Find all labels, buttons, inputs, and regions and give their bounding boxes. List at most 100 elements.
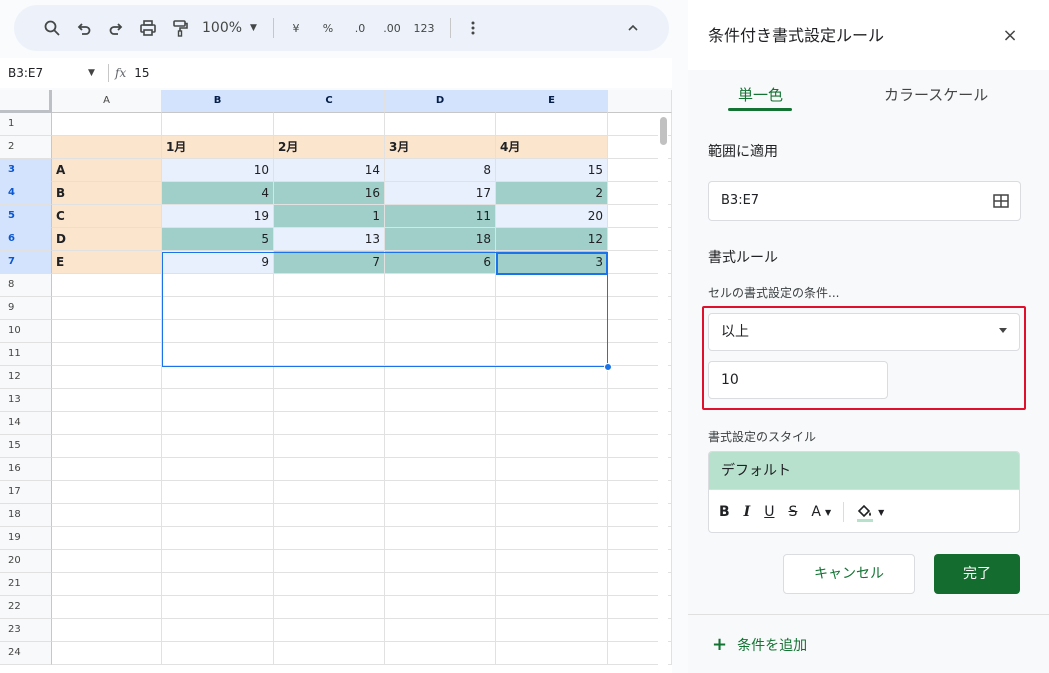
- grid-cell[interactable]: [274, 320, 385, 343]
- grid-cell[interactable]: [162, 458, 274, 481]
- grid-cell[interactable]: [162, 412, 274, 435]
- chevron-down-icon[interactable]: ▼: [878, 508, 884, 517]
- underline-button[interactable]: U: [764, 504, 774, 520]
- grid-cell[interactable]: [274, 389, 385, 412]
- row-header[interactable]: 6: [0, 228, 52, 251]
- row-header[interactable]: 8: [0, 274, 52, 297]
- grid-cell[interactable]: [385, 343, 496, 366]
- name-box[interactable]: B3:E7: [0, 66, 88, 80]
- grid-cell[interactable]: [162, 504, 274, 527]
- grid-cell[interactable]: 18: [385, 228, 496, 251]
- grid-cell[interactable]: 7: [274, 251, 385, 274]
- grid-cell[interactable]: [52, 343, 162, 366]
- grid-cell[interactable]: [52, 412, 162, 435]
- row-header[interactable]: 17: [0, 481, 52, 504]
- condition-value-input[interactable]: 10: [708, 361, 888, 399]
- percent-format-button[interactable]: %: [314, 13, 342, 43]
- row-header[interactable]: 2: [0, 136, 52, 159]
- column-header-d[interactable]: D: [385, 90, 496, 113]
- grid-cell[interactable]: [274, 550, 385, 573]
- row-header[interactable]: 11: [0, 343, 52, 366]
- grid-cell[interactable]: [52, 458, 162, 481]
- grid-cell[interactable]: [162, 619, 274, 642]
- column-header-b[interactable]: B: [162, 90, 274, 113]
- formula-input[interactable]: 15: [134, 66, 149, 80]
- grid-cell[interactable]: C: [52, 205, 162, 228]
- style-preset-select[interactable]: デフォルト: [709, 452, 1019, 490]
- grid-cell[interactable]: [385, 504, 496, 527]
- grid-cell[interactable]: [496, 297, 608, 320]
- grid-cell[interactable]: 4: [162, 182, 274, 205]
- grid-cell[interactable]: [385, 297, 496, 320]
- italic-button[interactable]: I: [744, 504, 751, 520]
- grid-cell[interactable]: [52, 550, 162, 573]
- row-header[interactable]: 14: [0, 412, 52, 435]
- grid-cell[interactable]: [496, 320, 608, 343]
- grid-cell[interactable]: [52, 297, 162, 320]
- grid-cell[interactable]: [162, 297, 274, 320]
- row-header[interactable]: 9: [0, 297, 52, 320]
- grid-cell[interactable]: 17: [385, 182, 496, 205]
- grid-cell[interactable]: E: [52, 251, 162, 274]
- column-header-c[interactable]: C: [274, 90, 385, 113]
- decrease-decimal-button[interactable]: .0: [346, 13, 374, 43]
- grid-cell[interactable]: [52, 320, 162, 343]
- grid-cell[interactable]: [274, 642, 385, 665]
- grid-cell[interactable]: [52, 642, 162, 665]
- grid-cell[interactable]: 9: [162, 251, 274, 274]
- grid-cell[interactable]: [496, 389, 608, 412]
- row-header[interactable]: 5: [0, 205, 52, 228]
- grid-cell[interactable]: [496, 274, 608, 297]
- row-header[interactable]: 3: [0, 159, 52, 182]
- grid-cell[interactable]: 5: [162, 228, 274, 251]
- grid-cell[interactable]: [496, 550, 608, 573]
- column-header-f[interactable]: [608, 90, 672, 113]
- currency-format-button[interactable]: ¥: [282, 13, 310, 43]
- grid-cell[interactable]: 1: [274, 205, 385, 228]
- grid-cell[interactable]: [385, 274, 496, 297]
- row-header[interactable]: 10: [0, 320, 52, 343]
- grid-cell[interactable]: [496, 343, 608, 366]
- grid-cell[interactable]: 16: [274, 182, 385, 205]
- grid-cell[interactable]: [496, 366, 608, 389]
- grid-cell[interactable]: 3月: [385, 136, 496, 159]
- redo-button[interactable]: [102, 13, 130, 43]
- grid-cell[interactable]: [162, 642, 274, 665]
- row-header[interactable]: 16: [0, 458, 52, 481]
- grid-cell[interactable]: 2: [496, 182, 608, 205]
- grid-cell[interactable]: 3: [496, 251, 608, 274]
- strikethrough-button[interactable]: S: [788, 504, 797, 520]
- grid-cell[interactable]: [274, 481, 385, 504]
- grid-cell[interactable]: [162, 274, 274, 297]
- grid-cell[interactable]: [162, 389, 274, 412]
- grid-cell[interactable]: 11: [385, 205, 496, 228]
- grid-cell[interactable]: [385, 596, 496, 619]
- vertical-scrollbar[interactable]: [658, 115, 668, 673]
- tab-color-scale[interactable]: カラースケール: [884, 84, 988, 105]
- tab-single-color[interactable]: 単一色: [738, 84, 783, 105]
- grid-cell[interactable]: 20: [496, 205, 608, 228]
- grid-cell[interactable]: [385, 550, 496, 573]
- grid-cell[interactable]: B: [52, 182, 162, 205]
- row-header[interactable]: 22: [0, 596, 52, 619]
- grid-cell[interactable]: [385, 642, 496, 665]
- grid-cell[interactable]: [385, 619, 496, 642]
- grid-cell[interactable]: [496, 642, 608, 665]
- grid-cell[interactable]: [52, 435, 162, 458]
- grid-cell[interactable]: [496, 504, 608, 527]
- grid-cell[interactable]: [52, 274, 162, 297]
- grid-cell[interactable]: [274, 343, 385, 366]
- grid-cell[interactable]: [496, 527, 608, 550]
- grid-cell[interactable]: [274, 527, 385, 550]
- grid-cell[interactable]: 8: [385, 159, 496, 182]
- increase-decimal-button[interactable]: .00: [378, 13, 406, 43]
- grid-cell[interactable]: [162, 481, 274, 504]
- grid-cell[interactable]: 19: [162, 205, 274, 228]
- row-header[interactable]: 21: [0, 573, 52, 596]
- row-header[interactable]: 24: [0, 642, 52, 665]
- grid-cell[interactable]: [496, 458, 608, 481]
- grid-cell[interactable]: [52, 573, 162, 596]
- grid-cell[interactable]: [496, 113, 608, 136]
- grid-cell[interactable]: [385, 320, 496, 343]
- grid-cell[interactable]: [496, 596, 608, 619]
